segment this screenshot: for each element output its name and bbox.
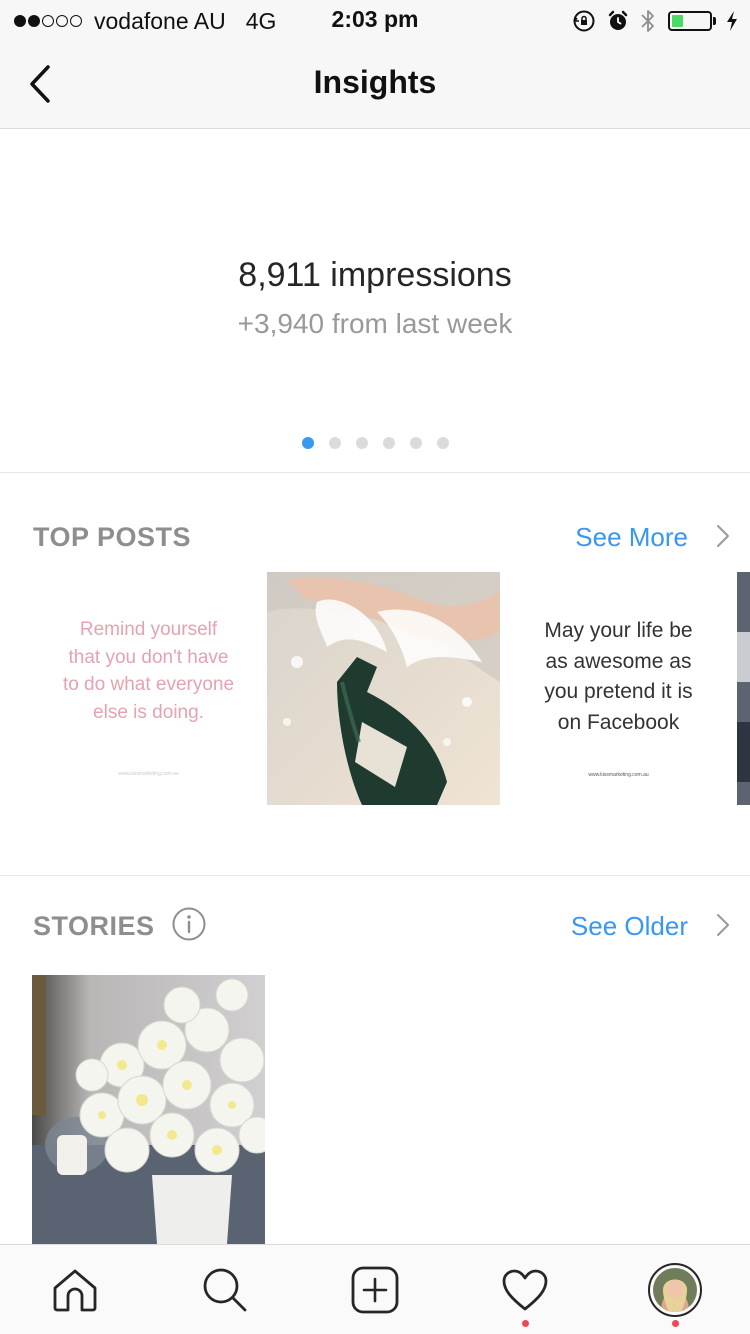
post-watermark-url: www.kissmarketing.com.au	[118, 771, 179, 777]
page-dot[interactable]	[328, 437, 341, 449]
stories-section: STORIES See Older	[0, 877, 750, 1244]
impressions-delta: +3,940 from last week	[237, 308, 513, 339]
impressions-count: 8,911 impressions	[238, 256, 512, 294]
post-thumbnail[interactable]	[737, 572, 750, 805]
page-dot[interactable]	[355, 437, 368, 449]
tab-activity[interactable]	[450, 1245, 600, 1334]
avatar-image	[653, 1268, 697, 1312]
navigation-bar: Insights	[0, 40, 750, 129]
post-thumbnail[interactable]: May your life be as awesome as you prete…	[502, 572, 735, 805]
orientation-lock-icon	[573, 10, 595, 32]
see-more-link[interactable]: See More	[575, 522, 688, 553]
story-thumbnail[interactable]	[32, 975, 265, 1244]
info-icon[interactable]	[172, 907, 206, 941]
top-posts-header: TOP POSTS See More	[0, 508, 750, 568]
page-title: Insights	[313, 64, 437, 100]
section-title: STORIES	[33, 911, 155, 941]
stories-header: STORIES See Older	[0, 897, 750, 957]
chevron-right-icon[interactable]	[716, 913, 730, 937]
quote-line: May your life be	[544, 619, 693, 642]
section-title: TOP POSTS	[33, 522, 192, 552]
battery-tip	[713, 17, 716, 25]
avatar-photo	[653, 1268, 697, 1312]
partial-post-photo	[737, 572, 750, 805]
battery-icon	[668, 11, 716, 31]
charging-icon	[727, 11, 737, 31]
page-dot[interactable]	[409, 437, 422, 449]
bluetooth-icon	[641, 10, 654, 32]
tab-search[interactable]	[150, 1245, 300, 1334]
see-older-link[interactable]: See Older	[571, 911, 688, 942]
post-watermark-url: www.kissmarketing.com.au	[588, 772, 649, 778]
heart-icon	[502, 1269, 548, 1311]
page-dot[interactable]	[436, 437, 449, 449]
battery-body	[668, 11, 712, 31]
impressions-card[interactable]: 8,911 impressions +3,940 from last week	[0, 130, 750, 473]
quote-line: as awesome as	[545, 649, 692, 673]
home-icon	[53, 1269, 97, 1312]
status-bar: vodafone AU 4G 2:03 pm	[0, 0, 750, 40]
quote-line: else is doing.	[93, 701, 204, 723]
tab-profile[interactable]	[600, 1245, 750, 1334]
alarm-icon	[608, 10, 628, 30]
post-quote-text: Remind yourself that you don't have to d…	[42, 616, 255, 726]
avatar	[648, 1263, 702, 1317]
page-indicator[interactable]	[0, 437, 750, 449]
post-thumbnail[interactable]	[267, 572, 500, 805]
search-icon	[203, 1268, 247, 1312]
quote-line: to do what everyone	[62, 674, 235, 695]
status-bar-right	[562, 6, 738, 36]
page-dot[interactable]	[382, 437, 395, 449]
quote-line: Remind yourself	[79, 619, 218, 640]
tab-new-post[interactable]	[300, 1245, 450, 1334]
page-dot[interactable]	[301, 437, 314, 449]
champagne-photo	[267, 572, 500, 805]
quote-line: that you don't have	[68, 646, 229, 668]
top-posts-row: Remind yourself that you don't have to d…	[32, 572, 750, 805]
flowers-photo	[32, 975, 265, 1244]
notification-dot	[521, 1320, 529, 1327]
top-posts-section: TOP POSTS See More Remind yourself that …	[0, 474, 750, 876]
post-thumbnail[interactable]: Remind yourself that you don't have to d…	[32, 572, 265, 805]
tab-home[interactable]	[0, 1245, 150, 1334]
quote-line: on Facebook	[557, 710, 680, 734]
quote-line: you pretend it is	[544, 680, 693, 703]
post-quote-text: May your life be as awesome as you prete…	[506, 616, 731, 738]
notification-dot	[671, 1320, 679, 1327]
chevron-right-icon[interactable]	[716, 524, 730, 548]
battery-fill	[672, 15, 683, 27]
add-icon	[351, 1266, 399, 1314]
tab-bar	[0, 1244, 750, 1334]
